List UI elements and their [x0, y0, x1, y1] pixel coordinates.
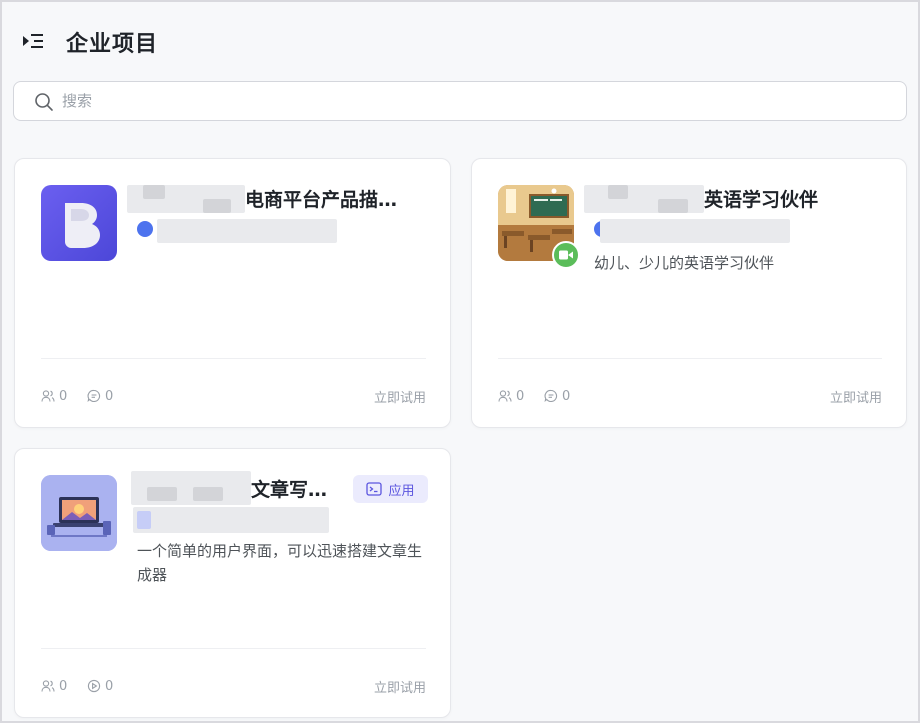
author-avatar: [137, 511, 151, 529]
comments-stat: 0: [544, 386, 570, 406]
project-card[interactable]: 电商平台产品描… 0 0 立即试用: [14, 158, 451, 428]
comment-icon: [87, 389, 101, 403]
page-header: 企业项目: [2, 2, 918, 80]
app-logo: [41, 185, 117, 261]
users-count: 0: [59, 388, 68, 404]
card-divider: [41, 648, 426, 649]
page-title: 企业项目: [66, 32, 159, 57]
video-camera-icon: [559, 250, 573, 260]
users-icon: [41, 390, 55, 402]
comment-icon: [544, 389, 558, 403]
redacted-author: [157, 219, 337, 243]
video-badge: [552, 241, 580, 269]
comments-count: 0: [562, 388, 571, 404]
app-thumbnail: [41, 475, 117, 551]
card-description: 幼儿、少儿的英语学习伙伴: [594, 254, 775, 272]
redacted-block: [658, 199, 688, 213]
play-circle-icon: [87, 679, 101, 693]
users-icon: [498, 390, 512, 402]
redacted-block: [608, 185, 628, 199]
try-now-button[interactable]: 立即试用: [830, 387, 882, 406]
laptop-illustration: [41, 475, 117, 551]
redacted-block: [143, 185, 165, 199]
try-now-button[interactable]: 立即试用: [374, 677, 426, 696]
app-window: 企业项目 电商平台产品描… 0: [0, 0, 920, 723]
users-count: 0: [516, 388, 525, 404]
terminal-icon: [366, 482, 383, 496]
users-stat: 0: [498, 386, 524, 406]
card-title: 文章写…: [251, 479, 328, 501]
runs-stat: 0: [87, 676, 113, 696]
users-stat: 0: [41, 386, 67, 406]
card-title: 英语学习伙伴: [704, 189, 819, 211]
runs-count: 0: [105, 678, 114, 694]
search-input[interactable]: [62, 87, 882, 115]
search-box[interactable]: [13, 81, 907, 121]
b-logo-icon: [65, 203, 100, 248]
card-divider: [41, 358, 426, 359]
comments-count: 0: [105, 388, 114, 404]
redacted-block: [147, 487, 177, 501]
redacted-block: [193, 487, 223, 501]
redacted-block: [203, 199, 231, 213]
users-count: 0: [59, 678, 68, 694]
users-stat: 0: [41, 676, 67, 696]
sidebar-toggle-icon[interactable]: [22, 32, 44, 50]
redacted-author: [600, 219, 790, 243]
redacted-author: [133, 507, 329, 533]
project-card[interactable]: 文章写… 应用 一个简单的用户界面，可以迅速搭建文章生成器 0 0 立即试用: [14, 448, 451, 718]
search-icon: [35, 93, 53, 111]
comments-stat: 0: [87, 386, 113, 406]
card-description: 一个简单的用户界面，可以迅速搭建文章生成器: [137, 542, 423, 584]
app-badge-label: 应用: [388, 483, 415, 499]
app-type-badge: 应用: [353, 475, 428, 503]
author-avatar: [137, 221, 153, 237]
card-title: 电商平台产品描…: [245, 189, 398, 211]
card-divider: [498, 358, 882, 359]
try-now-button[interactable]: 立即试用: [374, 387, 426, 406]
users-icon: [41, 680, 55, 692]
project-card[interactable]: 英语学习伙伴 幼儿、少儿的英语学习伙伴 0 0 立即试用: [471, 158, 907, 428]
